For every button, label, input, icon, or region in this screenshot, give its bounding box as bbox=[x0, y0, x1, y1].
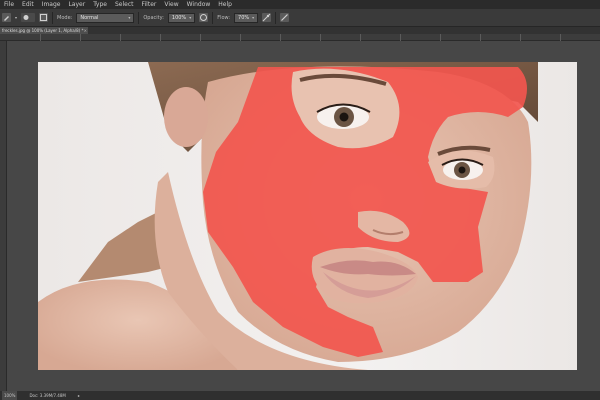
menu-file[interactable]: File bbox=[4, 0, 14, 9]
opacity-field[interactable]: 100% ▾ bbox=[167, 12, 196, 23]
document-canvas[interactable] bbox=[38, 62, 577, 370]
menu-filter[interactable]: Filter bbox=[142, 0, 157, 9]
options-divider bbox=[275, 11, 277, 24]
ruler-tick bbox=[280, 34, 281, 41]
chevron-down-icon: ▾ bbox=[189, 14, 192, 20]
pressure-opacity-icon[interactable] bbox=[199, 13, 209, 22]
document-size: Doc: 3.39M/7.48M bbox=[29, 393, 66, 398]
menu-bar: File Edit Image Layer Type Select Filter… bbox=[0, 0, 600, 9]
status-menu-arrow-icon[interactable]: ▸ bbox=[78, 391, 80, 400]
ruler-tick bbox=[320, 34, 321, 41]
tool-preset-caret-icon[interactable]: ▾ bbox=[15, 15, 17, 20]
flow-value: 70% bbox=[238, 14, 250, 21]
status-bar: 100% Doc: 3.39M/7.48M ▸ bbox=[0, 391, 600, 400]
ruler-tick bbox=[400, 34, 401, 41]
menu-image[interactable]: Image bbox=[42, 0, 61, 9]
mode-value: Normal bbox=[80, 14, 99, 21]
document-tab[interactable]: freckles.jpg @ 100% (Layer 1, Alpha/8) *… bbox=[0, 27, 88, 34]
document-tab-title: freckles.jpg @ 100% (Layer 1, Alpha/8) * bbox=[2, 28, 84, 33]
flow-field[interactable]: 70% ▾ bbox=[234, 12, 259, 23]
mode-dropdown[interactable]: Normal ▾ bbox=[76, 12, 135, 23]
left-pupil bbox=[339, 112, 349, 122]
airbrush-icon[interactable] bbox=[262, 13, 272, 22]
flow-label: Flow: bbox=[217, 14, 231, 21]
ruler-tick bbox=[200, 34, 201, 41]
document-tab-bar: freckles.jpg @ 100% (Layer 1, Alpha/8) *… bbox=[0, 27, 600, 34]
opacity-value: 100% bbox=[171, 14, 187, 21]
menu-type[interactable]: Type bbox=[93, 0, 107, 9]
ruler-tick bbox=[120, 34, 121, 41]
menu-layer[interactable]: Layer bbox=[68, 0, 85, 9]
ruler-tick bbox=[40, 34, 41, 41]
brush-size-icon[interactable] bbox=[21, 13, 36, 22]
close-icon[interactable]: × bbox=[84, 27, 87, 34]
ruler-tick bbox=[520, 34, 521, 41]
menu-window[interactable]: Window bbox=[187, 0, 211, 9]
portrait-photo bbox=[38, 62, 538, 370]
brush-tool-icon[interactable] bbox=[2, 13, 11, 22]
menu-view[interactable]: View bbox=[164, 0, 178, 9]
ear-shape bbox=[164, 87, 208, 147]
ruler-tick bbox=[240, 34, 241, 41]
chevron-down-icon: ▾ bbox=[128, 14, 131, 20]
ruler-tick bbox=[440, 34, 441, 41]
ruler-tick bbox=[360, 34, 361, 41]
ruler-tick bbox=[480, 34, 481, 41]
options-divider bbox=[52, 11, 54, 24]
options-divider bbox=[212, 11, 214, 24]
menu-edit[interactable]: Edit bbox=[22, 0, 34, 9]
right-pupil bbox=[458, 166, 466, 174]
pressure-size-icon[interactable] bbox=[280, 13, 290, 22]
brush-panel-toggle-icon[interactable] bbox=[39, 13, 49, 22]
options-divider bbox=[138, 11, 140, 24]
menu-select[interactable]: Select bbox=[115, 0, 134, 9]
ruler-tick bbox=[160, 34, 161, 41]
mode-label: Mode: bbox=[57, 14, 73, 21]
zoom-level[interactable]: 100% bbox=[2, 391, 18, 400]
ruler-tick bbox=[80, 34, 81, 41]
options-bar: ▾ Mode: Normal ▾ Opacity: 100% ▾ Flow: 7… bbox=[0, 9, 600, 27]
horizontal-ruler[interactable] bbox=[0, 34, 600, 41]
vertical-ruler[interactable] bbox=[0, 41, 7, 391]
chevron-down-icon: ▾ bbox=[252, 14, 255, 20]
opacity-label: Opacity: bbox=[143, 14, 164, 21]
ruler-tick bbox=[560, 34, 561, 41]
menu-help[interactable]: Help bbox=[218, 0, 232, 9]
